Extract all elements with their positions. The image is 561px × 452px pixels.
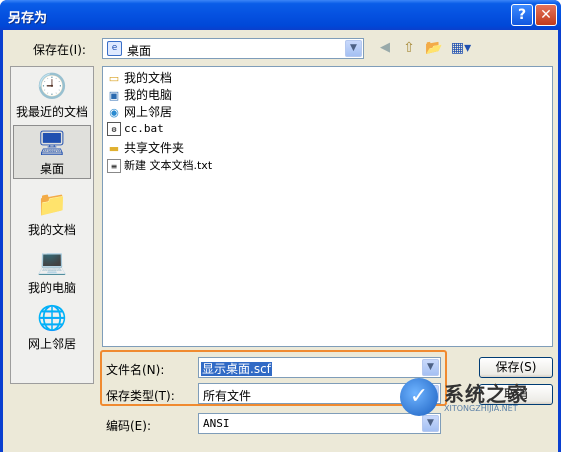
watermark-url: XITONGZHIJIA.NET: [444, 404, 518, 413]
recent-documents-icon: 🕘: [37, 72, 67, 100]
place-label: 我的电脑: [27, 281, 76, 295]
filename-label: 文件名(N):: [106, 363, 165, 377]
places-bar: 🕘 我最近的文档 🖥 桌面 📁 我的文档 💻 我的电脑 🌐 网上邻居: [10, 66, 94, 384]
encoding-label: 编码(E):: [106, 419, 151, 433]
text-file-icon: ≡: [107, 159, 121, 173]
file-name: 新建 文本文档.txt: [124, 159, 213, 172]
network-places-icon: ◉: [109, 105, 119, 119]
place-my-documents[interactable]: 📁 我的文档: [13, 187, 91, 241]
up-folder-icon[interactable]: ⇧: [398, 38, 420, 58]
new-folder-icon[interactable]: 📂: [423, 38, 445, 58]
network-places-icon: 🌐: [37, 304, 67, 332]
filetype-label: 保存类型(T):: [106, 389, 175, 403]
place-my-computer[interactable]: 💻 我的电脑: [13, 245, 91, 299]
list-item[interactable]: ⚙ cc.bat: [107, 122, 164, 138]
help-button[interactable]: ?: [511, 4, 533, 26]
batch-file-icon: ⚙: [107, 122, 121, 136]
list-item[interactable]: ▭ 我的文档: [107, 69, 172, 85]
place-label: 我最近的文档: [15, 105, 88, 119]
place-recent-documents[interactable]: 🕘 我最近的文档: [13, 69, 91, 123]
watermark-text: 系统之家: [444, 382, 528, 406]
save-as-dialog: 另存为 ? ✕ 保存在(I): e 桌面 ▼ ◀ ⇧ 📂 ▦▾ 🕘 我最近的文档…: [0, 0, 561, 452]
place-label: 我的文档: [27, 223, 76, 237]
file-list[interactable]: ▭ 我的文档 ▣ 我的电脑 ◉ 网上邻居 ⚙ cc.bat ▬ 共享文件夹 ≡ 新建 文本文…: [102, 66, 553, 347]
file-name: 我的电脑: [124, 88, 173, 102]
place-label: 桌面: [39, 162, 64, 176]
views-menu-icon[interactable]: ▦▾: [448, 38, 474, 58]
my-documents-icon: 📁: [37, 190, 67, 218]
place-network[interactable]: 🌐 网上邻居: [13, 301, 91, 355]
file-name: 网上邻居: [124, 105, 173, 119]
title-bar[interactable]: 另存为 ? ✕: [0, 0, 561, 30]
save-in-label: 保存在(I):: [33, 43, 86, 57]
watermark: ✓ 系统之家 XITONGZHIJIA.NET: [400, 372, 558, 422]
file-name: 共享文件夹: [124, 141, 185, 155]
save-in-value: 桌面: [127, 44, 152, 58]
window-title: 另存为: [8, 11, 48, 26]
list-item[interactable]: ▬ 共享文件夹: [107, 139, 184, 155]
chevron-down-icon[interactable]: ▼: [345, 40, 362, 57]
my-documents-icon: ▭: [108, 71, 120, 85]
filename-value: 显示桌面.scf: [201, 362, 272, 376]
encoding-value: ANSI: [203, 417, 230, 430]
save-in-combo[interactable]: e 桌面 ▼: [102, 38, 364, 59]
list-item[interactable]: ▣ 我的电脑: [107, 86, 172, 102]
my-computer-icon: 💻: [37, 248, 67, 276]
back-icon[interactable]: ◀: [374, 38, 396, 58]
desktop-icon: e: [107, 41, 122, 56]
place-label: 网上邻居: [27, 337, 76, 351]
list-item[interactable]: ≡ 新建 文本文档.txt: [107, 157, 212, 173]
file-name: 我的文档: [124, 71, 173, 85]
filetype-value: 所有文件: [203, 389, 252, 403]
watermark-logo-icon: ✓: [400, 378, 438, 416]
close-button[interactable]: ✕: [535, 4, 557, 26]
desktop-icon: 🖥: [36, 129, 68, 157]
folder-icon: ▬: [108, 141, 120, 155]
list-item[interactable]: ◉ 网上邻居: [107, 103, 172, 119]
place-desktop[interactable]: 🖥 桌面: [13, 125, 91, 179]
file-name: cc.bat: [124, 122, 164, 135]
my-computer-icon: ▣: [108, 88, 120, 102]
